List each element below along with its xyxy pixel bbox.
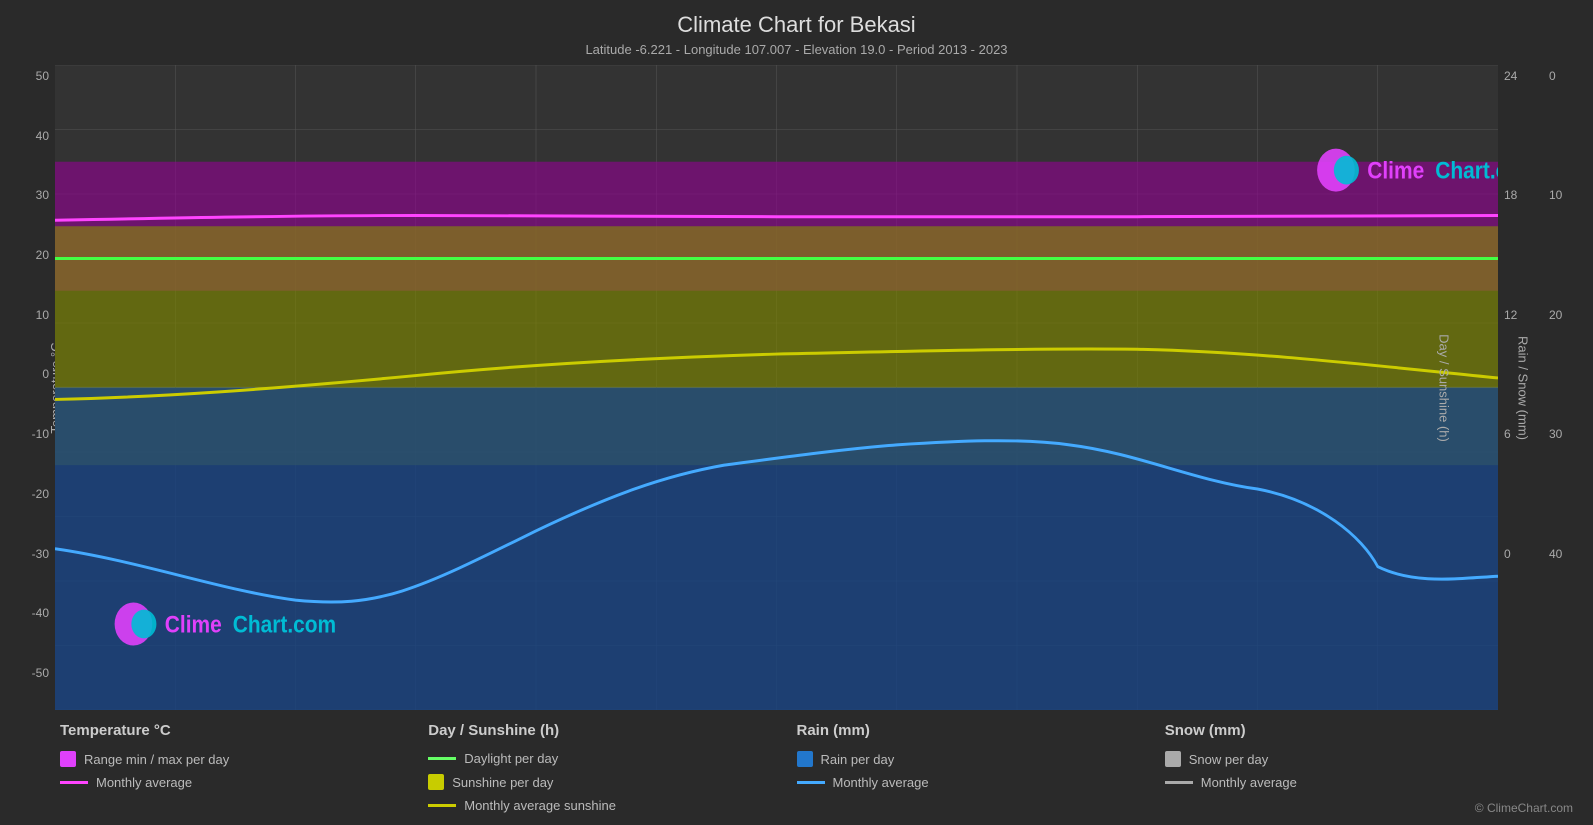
- legend-col-temperature: Temperature °C Range min / max per day M…: [60, 722, 428, 813]
- copyright: © ClimeChart.com: [1475, 801, 1573, 815]
- main-container: Climate Chart for Bekasi Latitude -6.221…: [0, 0, 1593, 825]
- legend-item-snow-avg: Monthly average: [1165, 775, 1533, 790]
- sunshine-avg-swatch: [428, 804, 456, 807]
- rain-swatch: [797, 751, 813, 767]
- legend-item-daylight: Daylight per day: [428, 751, 796, 766]
- chart-title: Climate Chart for Bekasi: [677, 12, 915, 38]
- y-axis-right-rain: 0 10 20 30 40 X: [1543, 65, 1593, 710]
- snow-swatch: [1165, 751, 1181, 767]
- legend-title-snow: Snow (mm): [1165, 722, 1533, 739]
- y-axis-left: 50 40 30 20 10 0 -10 -20 -30 -40 -50: [0, 65, 55, 710]
- rain-avg-swatch: [797, 781, 825, 784]
- legend-title-sunshine: Day / Sunshine (h): [428, 722, 796, 739]
- legend-item-rain-avg: Monthly average: [797, 775, 1165, 790]
- svg-text:Chart.com: Chart.com: [1435, 157, 1498, 184]
- legend-item-rain: Rain per day: [797, 751, 1165, 767]
- right-axis-sunshine-label: Day / Sunshine (h): [1437, 334, 1452, 442]
- chart-svg: Clime Chart.com Clime Chart.com: [55, 65, 1498, 710]
- sunshine-swatch: [428, 774, 444, 790]
- legend-item-sunshine-avg: Monthly average sunshine: [428, 798, 796, 813]
- daylight-swatch: [428, 757, 456, 760]
- snow-avg-swatch: [1165, 781, 1193, 784]
- legend-col-sunshine: Day / Sunshine (h) Daylight per day Suns…: [428, 722, 796, 813]
- chart-subtitle: Latitude -6.221 - Longitude 107.007 - El…: [585, 42, 1007, 57]
- legend-area: Temperature °C Range min / max per day M…: [0, 710, 1593, 825]
- right-axis-rain-label: Rain / Snow (mm): [1515, 335, 1530, 439]
- legend-col-rain: Rain (mm) Rain per day Monthly average: [797, 722, 1165, 813]
- legend-title-rain: Rain (mm): [797, 722, 1165, 739]
- chart-area: Temperature °C 50 40 30 20 10 0 -10 -20 …: [0, 65, 1593, 710]
- legend-item-temp-avg: Monthly average: [60, 775, 428, 790]
- legend-item-temp-range: Range min / max per day: [60, 751, 428, 767]
- svg-text:Clime: Clime: [1367, 157, 1424, 184]
- legend-col-snow: Snow (mm) Snow per day Monthly average: [1165, 722, 1533, 813]
- legend-item-snow: Snow per day: [1165, 751, 1533, 767]
- chart-plot: Clime Chart.com Clime Chart.com Jan Feb …: [55, 65, 1498, 710]
- temp-range-swatch: [60, 751, 76, 767]
- temp-avg-swatch: [60, 781, 88, 784]
- svg-text:Clime: Clime: [165, 611, 222, 638]
- svg-text:Chart.com: Chart.com: [233, 611, 336, 638]
- legend-title-temperature: Temperature °C: [60, 722, 428, 739]
- legend-item-sunshine: Sunshine per day: [428, 774, 796, 790]
